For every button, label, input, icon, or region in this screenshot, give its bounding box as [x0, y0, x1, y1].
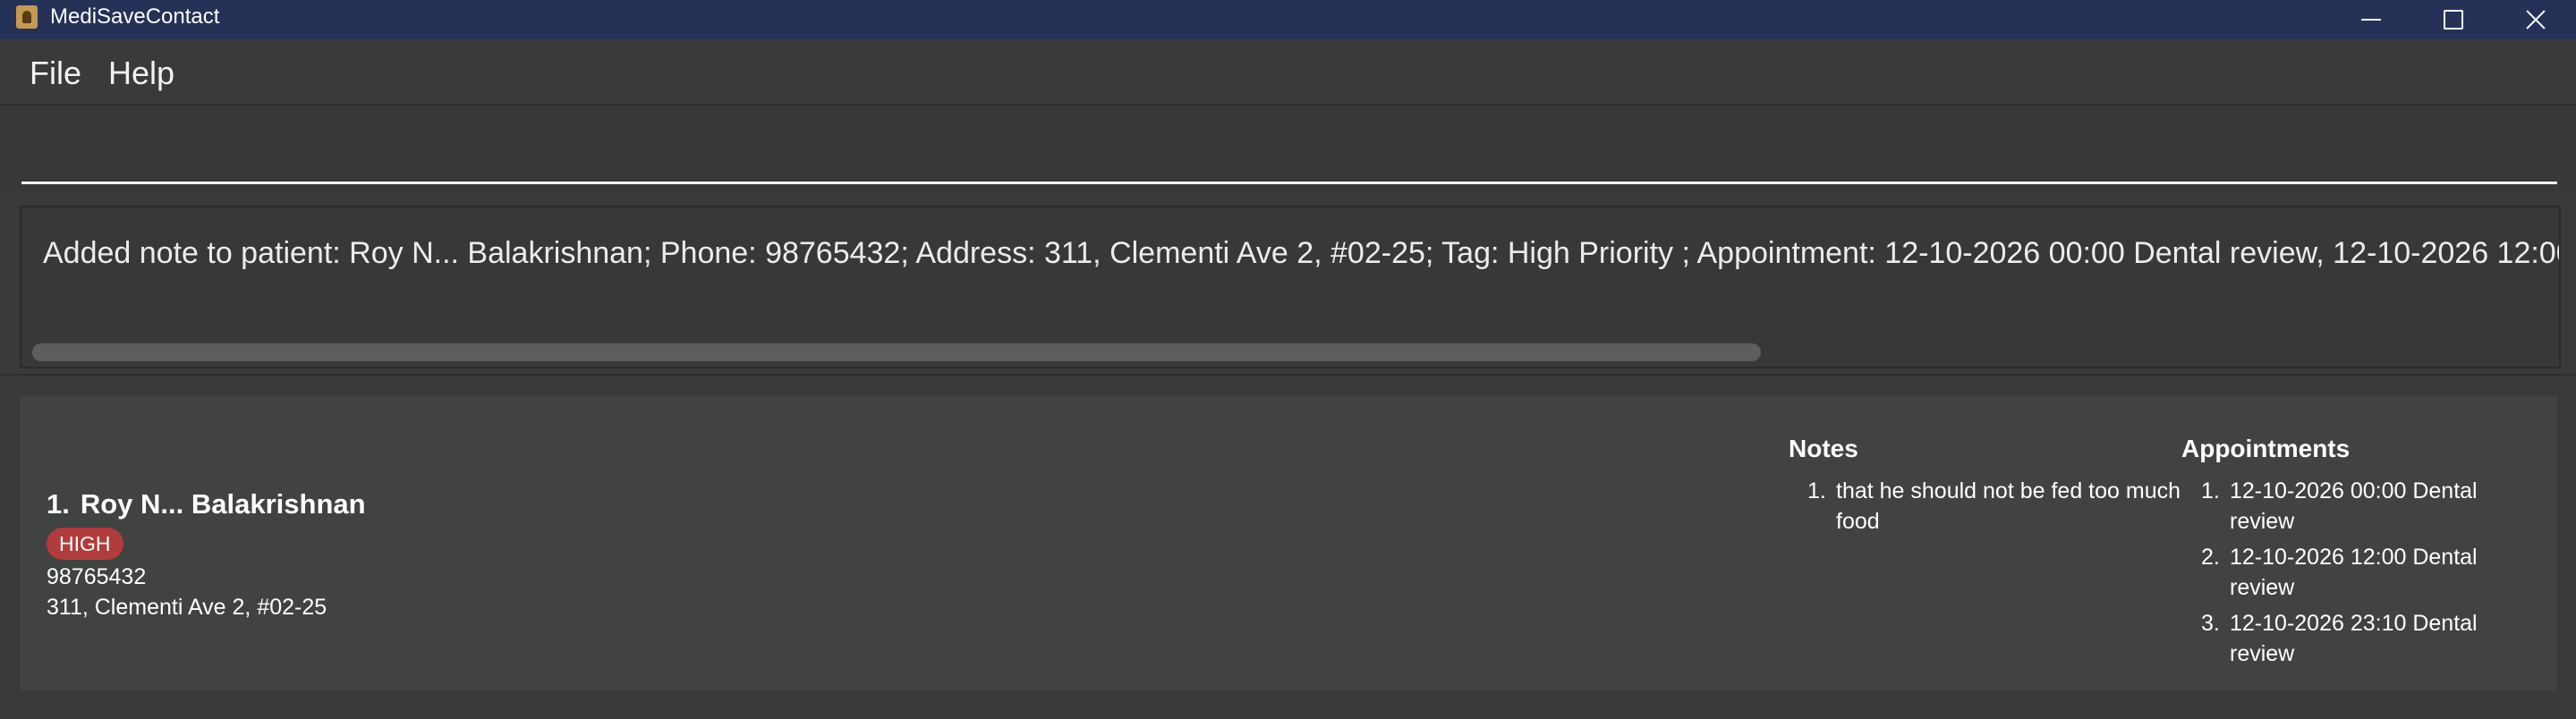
priority-tag-badge: HIGH [47, 528, 123, 560]
window-title: MediSaveContact [50, 4, 220, 29]
appointment-item: 3. 12-10-2026 23:10 Dental review [2201, 608, 2523, 669]
notes-list: 1. that he should not be fed too much fo… [1807, 476, 2183, 542]
scrollbar-thumb[interactable] [32, 343, 1761, 361]
patient-index: 1. [47, 488, 70, 520]
horizontal-scrollbar[interactable] [32, 343, 2546, 361]
menu-bar: File Help [0, 39, 2576, 106]
patient-name-line: 1. Roy N... Balakrishnan [47, 486, 366, 522]
patient-address: 311, Clementi Ave 2, #02-25 [47, 595, 327, 620]
appointment-number: 2. [2201, 545, 2220, 570]
minimize-icon [2361, 19, 2381, 21]
appointment-number: 1. [2201, 478, 2220, 503]
title-bar: MediSaveContact [0, 0, 2576, 39]
appointment-text: 12-10-2026 00:00 Dental review [2230, 478, 2478, 534]
maximize-button[interactable] [2413, 0, 2494, 39]
maximize-icon [2444, 10, 2463, 30]
patient-list: 1. Roy N... Balakrishnan HIGH 98765432 31… [0, 376, 2576, 719]
appointment-text: 12-10-2026 12:00 Dental review [2230, 545, 2478, 600]
appointment-item: 1. 12-10-2026 00:00 Dental review [2201, 476, 2523, 537]
close-icon [2525, 9, 2546, 30]
command-box [0, 106, 2576, 197]
command-input[interactable] [21, 106, 2557, 184]
result-panel: Added note to patient: Roy N... Balakris… [20, 206, 2561, 368]
contact-book-icon [16, 5, 38, 29]
menu-help[interactable]: Help [108, 55, 174, 91]
patient-phone: 98765432 [47, 564, 147, 589]
close-button[interactable] [2495, 0, 2576, 39]
minimize-button[interactable] [2331, 0, 2411, 39]
patient-card[interactable]: 1. Roy N... Balakrishnan HIGH 98765432 31… [20, 395, 2557, 690]
menu-file[interactable]: File [30, 55, 81, 91]
notes-heading: Notes [1789, 435, 1858, 462]
note-text: that he should not be fed too much food [1836, 478, 2181, 534]
patient-name: Roy N... Balakrishnan [80, 488, 366, 520]
appointment-text: 12-10-2026 23:10 Dental review [2230, 611, 2478, 666]
appointments-list: 1. 12-10-2026 00:00 Dental review 2. 12-… [2201, 476, 2523, 674]
appointment-number: 3. [2201, 611, 2220, 636]
appointment-item: 2. 12-10-2026 12:00 Dental review [2201, 542, 2523, 603]
note-number: 1. [1807, 478, 1826, 503]
result-message: Added note to patient: Roy N... Balakris… [43, 236, 2559, 270]
note-item: 1. that he should not be fed too much fo… [1807, 476, 2183, 537]
result-display: Added note to patient: Roy N... Balakris… [0, 197, 2576, 372]
appointments-heading: Appointments [2181, 435, 2351, 462]
